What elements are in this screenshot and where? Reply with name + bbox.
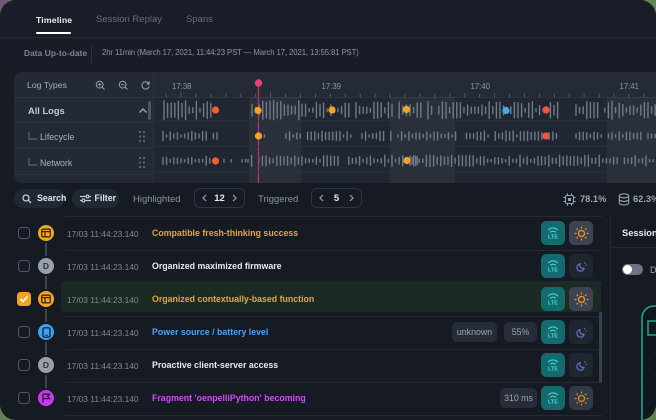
svg-text:LTE: LTE [548,334,558,340]
svg-text:LTE: LTE [548,367,558,373]
svg-text:LTE: LTE [548,268,558,274]
svg-text:LTE: LTE [548,400,558,406]
svg-text:LTE: LTE [548,235,558,241]
svg-text:LTE: LTE [548,301,558,307]
